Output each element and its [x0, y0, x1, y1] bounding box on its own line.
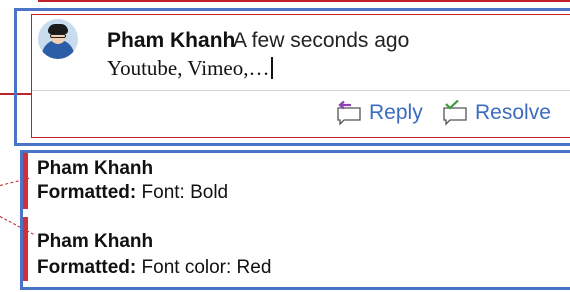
text-caret	[271, 57, 273, 79]
reply-label: Reply	[369, 101, 423, 124]
balloon-top-edge	[38, 0, 570, 2]
comment-timestamp: A few seconds ago	[233, 29, 410, 52]
format-detail: Font: Bold	[141, 182, 229, 203]
format-author: Pham Khanh	[37, 231, 154, 252]
avatar-glasses	[50, 34, 66, 38]
resolve-button[interactable]: Resolve	[441, 98, 551, 128]
change-bar	[23, 153, 28, 209]
format-detail: Font color: Red	[141, 257, 272, 278]
format-description: Formatted: Font: Bold	[37, 182, 228, 204]
reply-button[interactable]: Reply	[335, 98, 423, 128]
format-author: Pham Khanh	[37, 158, 154, 179]
change-bar	[23, 217, 28, 281]
resolve-icon	[441, 100, 469, 126]
avatar-hair	[48, 24, 68, 34]
format-description: Formatted: Font color: Red	[37, 257, 271, 279]
comment-divider	[32, 90, 570, 91]
resolve-label: Resolve	[475, 101, 551, 124]
comment-text-input[interactable]: Youtube, Vimeo,…	[107, 56, 273, 81]
format-label: Formatted:	[37, 257, 137, 278]
avatar	[38, 19, 78, 59]
formatting-balloon: Pham Khanh Formatted: Font: Bold Pham Kh…	[20, 150, 570, 290]
comment-author: Pham Khanh	[107, 29, 236, 52]
reply-icon	[335, 100, 363, 126]
comment-text: Youtube, Vimeo,…	[107, 56, 270, 80]
format-label: Formatted:	[37, 182, 137, 203]
